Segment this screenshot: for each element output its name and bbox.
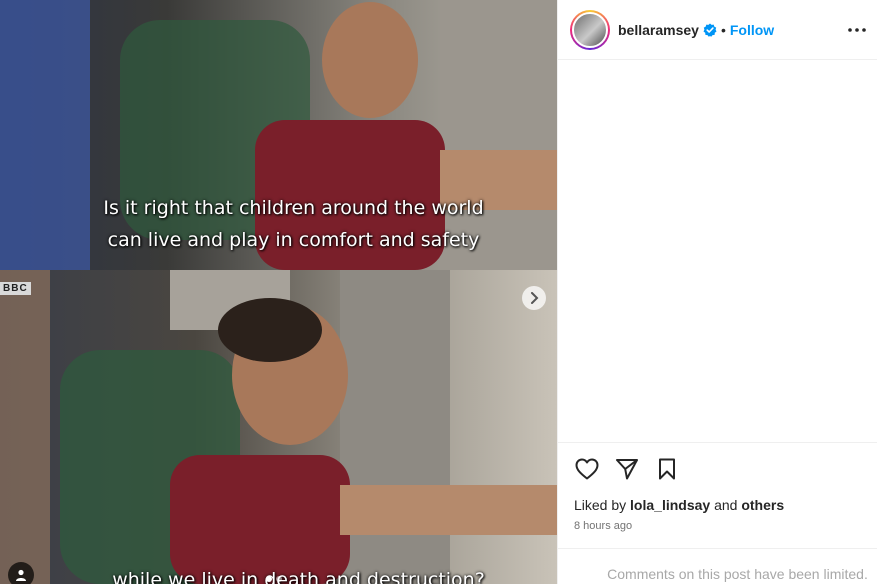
- likes-summary: Liked by lola_lindsay and others: [574, 497, 861, 513]
- bbc-watermark: BBC: [0, 282, 31, 295]
- post-media[interactable]: Is it right that children around the wor…: [0, 0, 557, 584]
- post-side-panel: bellaramsey • Follow Liked by lola_linds…: [557, 0, 877, 584]
- tagged-users-button[interactable]: [8, 562, 34, 584]
- heart-icon: [575, 458, 599, 480]
- subtitle-line-2: can live and play in comfort and safety: [107, 229, 480, 251]
- like-button[interactable]: [574, 456, 600, 482]
- comments-limited-notice: Comments on this post have been limited.: [558, 548, 877, 582]
- liked-by-user-link[interactable]: lola_lindsay: [630, 497, 710, 513]
- more-options-button[interactable]: [845, 18, 869, 42]
- avatar[interactable]: [570, 9, 610, 50]
- post-actions: Liked by lola_lindsay and others 8 hours…: [558, 442, 877, 532]
- carousel-indicator: [266, 576, 282, 582]
- verified-badge-icon: [703, 23, 717, 37]
- video-frame-bottom: [0, 270, 557, 584]
- post-header: bellaramsey • Follow: [558, 0, 877, 60]
- subtitle-line-1: Is it right that children around the wor…: [103, 197, 484, 219]
- save-button[interactable]: [654, 456, 680, 482]
- carousel-next-button[interactable]: [522, 286, 546, 310]
- username-link[interactable]: bellaramsey: [618, 22, 699, 38]
- likes-others-link[interactable]: others: [741, 497, 784, 513]
- avatar-image: [572, 11, 608, 48]
- user-icon: [16, 569, 26, 581]
- frame-scene-bottom: [0, 270, 557, 584]
- bookmark-icon: [659, 458, 675, 480]
- chevron-right-icon: [531, 292, 539, 304]
- header-separator: •: [720, 21, 726, 38]
- video-frame-top: Is it right that children around the wor…: [0, 0, 557, 270]
- likes-prefix: Liked by: [574, 497, 627, 513]
- more-horizontal-icon: [848, 28, 866, 32]
- comments-area: [558, 60, 877, 442]
- action-bar: [574, 457, 861, 481]
- share-button[interactable]: [614, 456, 640, 482]
- instagram-post-view: Is it right that children around the wor…: [0, 0, 877, 584]
- carousel-dot-2: [276, 576, 282, 582]
- paper-plane-icon: [616, 459, 638, 480]
- likes-middle: and: [714, 497, 738, 513]
- carousel-dot-1: [266, 576, 272, 582]
- follow-button[interactable]: Follow: [730, 22, 774, 38]
- post-timestamp[interactable]: 8 hours ago: [574, 520, 861, 532]
